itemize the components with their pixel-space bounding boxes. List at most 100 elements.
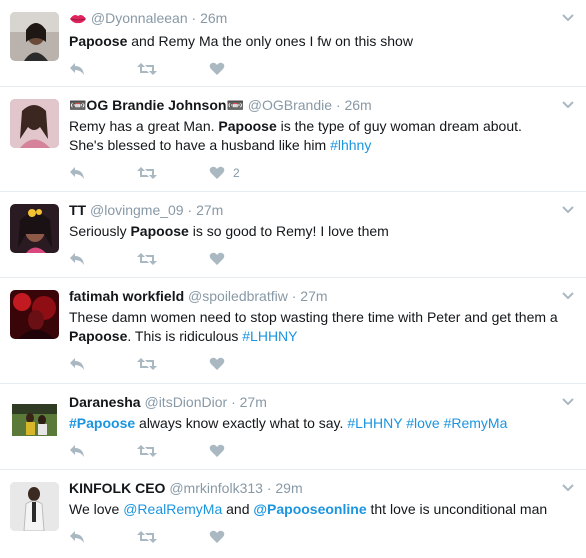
like-count: 2	[233, 166, 240, 180]
tweet[interactable]: @Dyonnaleean · 26m Papoose and Remy Ma t…	[0, 0, 586, 87]
retweet-icon	[137, 167, 157, 179]
timestamp[interactable]: 29m	[275, 480, 302, 496]
heart-icon	[209, 530, 225, 543]
hashtag-link[interactable]: #LHHNY	[347, 415, 402, 431]
like-button[interactable]	[209, 530, 233, 544]
hashtag-link[interactable]: #Papoose	[69, 415, 135, 431]
chevron-down-icon[interactable]	[562, 397, 574, 407]
tweet-text: Seriously Papoose is so good to Remy! I …	[69, 222, 570, 241]
reply-button[interactable]	[69, 530, 85, 544]
tweet[interactable]: 📼OG Brandie Johnson📼 @OGBrandie · 26m Re…	[0, 87, 586, 192]
display-name[interactable]: Daranesha	[69, 394, 141, 410]
handle[interactable]: @Dyonnaleean	[91, 10, 188, 26]
chevron-down-icon[interactable]	[562, 100, 574, 110]
hashtag-link[interactable]: #RemyMa	[444, 415, 508, 431]
hashtag-link[interactable]: #LHHNY	[242, 328, 297, 344]
like-button[interactable]	[209, 62, 233, 76]
keyword: Papoose	[130, 223, 189, 239]
separator: ·	[291, 288, 297, 304]
reply-icon	[70, 167, 84, 179]
retweet-icon	[137, 445, 157, 457]
like-button[interactable]: 2	[209, 166, 240, 180]
separator: ·	[231, 394, 236, 410]
reply-icon	[70, 63, 84, 75]
avatar[interactable]	[10, 204, 59, 253]
display-name[interactable]: 📼OG Brandie Johnson📼	[69, 97, 244, 113]
timestamp[interactable]: 27m	[300, 288, 327, 304]
timestamp[interactable]: 27m	[196, 202, 223, 218]
display-name[interactable]: fatimah workfield	[69, 288, 184, 304]
retweet-button[interactable]	[137, 252, 157, 266]
chevron-down-icon[interactable]	[562, 291, 574, 301]
avatar[interactable]	[10, 396, 59, 445]
tweet-timeline: @Dyonnaleean · 26m Papoose and Remy Ma t…	[0, 0, 586, 558]
handle[interactable]: @itsDionDior	[144, 394, 227, 410]
tweet[interactable]: fatimah workfield @spoiledbratfiw · 27m …	[0, 278, 586, 384]
hashtag-link[interactable]: #lhhny	[330, 137, 371, 153]
heart-icon	[209, 252, 225, 265]
timestamp[interactable]: 27m	[240, 394, 267, 410]
tweet-actions	[69, 241, 570, 277]
handle[interactable]: @mrkinfolk313	[169, 480, 263, 496]
like-button[interactable]	[209, 252, 233, 266]
retweet-icon	[137, 531, 157, 543]
tweet-header: fatimah workfield @spoiledbratfiw · 27m	[69, 287, 570, 305]
kiss-lips-icon	[69, 11, 87, 29]
tweet-text: Papoose and Remy Ma the only ones I fw o…	[69, 32, 570, 51]
reply-button[interactable]	[69, 444, 85, 458]
heart-icon	[209, 444, 225, 457]
tweet-header: Daranesha @itsDionDior · 27m	[69, 393, 570, 411]
mention-link[interactable]: @RealRemyMa	[123, 501, 222, 517]
timestamp[interactable]: 26m	[200, 10, 227, 26]
retweet-button[interactable]	[137, 444, 157, 458]
handle[interactable]: @OGBrandie	[248, 97, 332, 113]
tweet-actions	[69, 51, 570, 87]
text-segment: These damn women need to stop wasting th…	[69, 309, 558, 325]
hashtag-link[interactable]: #love	[406, 415, 439, 431]
keyword: Papoose	[69, 328, 128, 344]
like-button[interactable]	[209, 357, 233, 371]
text-segment: tht love is unconditional man	[366, 501, 548, 517]
keyword: Papoose	[69, 33, 128, 49]
display-name[interactable]: KINFOLK CEO	[69, 480, 165, 496]
display-name[interactable]: TT	[69, 202, 86, 218]
handle[interactable]: @lovingme_09	[90, 202, 184, 218]
text-segment: is so good to Remy! I love them	[188, 223, 389, 239]
text-segment: We love	[69, 501, 124, 517]
retweet-icon	[137, 253, 157, 265]
retweet-button[interactable]	[137, 62, 157, 76]
avatar[interactable]	[10, 290, 59, 339]
heart-icon	[209, 166, 225, 179]
retweet-button[interactable]	[137, 166, 157, 180]
handle[interactable]: @spoiledbratfiw	[188, 288, 288, 304]
text-segment: Remy has a great Man.	[69, 118, 219, 134]
avatar[interactable]	[10, 99, 59, 148]
tweet[interactable]: Daranesha @itsDionDior · 27m #Papoose al…	[0, 384, 586, 470]
tweet-header: 📼OG Brandie Johnson📼 @OGBrandie · 26m	[69, 96, 570, 114]
tweet-actions	[69, 346, 570, 382]
retweet-icon	[137, 63, 157, 75]
reply-button[interactable]	[69, 252, 85, 266]
chevron-down-icon[interactable]	[562, 483, 574, 493]
text-segment: and	[222, 501, 254, 517]
reply-button[interactable]	[69, 357, 85, 371]
tweet[interactable]: TT @lovingme_09 · 27m Seriously Papoose …	[0, 192, 586, 278]
reply-icon	[70, 445, 84, 457]
tweet[interactable]: KINFOLK CEO @mrkinfolk313 · 29m We love …	[0, 470, 586, 558]
tweet-actions	[69, 433, 570, 469]
separator: ·	[191, 10, 197, 26]
mention-link[interactable]: @Papooseonline	[253, 501, 366, 517]
retweet-button[interactable]	[137, 357, 157, 371]
reply-icon	[70, 531, 84, 543]
avatar[interactable]	[10, 482, 59, 531]
avatar[interactable]	[10, 12, 59, 61]
retweet-button[interactable]	[137, 530, 157, 544]
timestamp[interactable]: 26m	[344, 97, 371, 113]
like-button[interactable]	[209, 444, 233, 458]
chevron-down-icon[interactable]	[562, 205, 574, 215]
reply-button[interactable]	[69, 166, 85, 180]
reply-button[interactable]	[69, 62, 85, 76]
chevron-down-icon[interactable]	[562, 13, 574, 23]
reply-icon	[70, 253, 84, 265]
tweet-text: #Papoose always know exactly what to say…	[69, 414, 570, 433]
